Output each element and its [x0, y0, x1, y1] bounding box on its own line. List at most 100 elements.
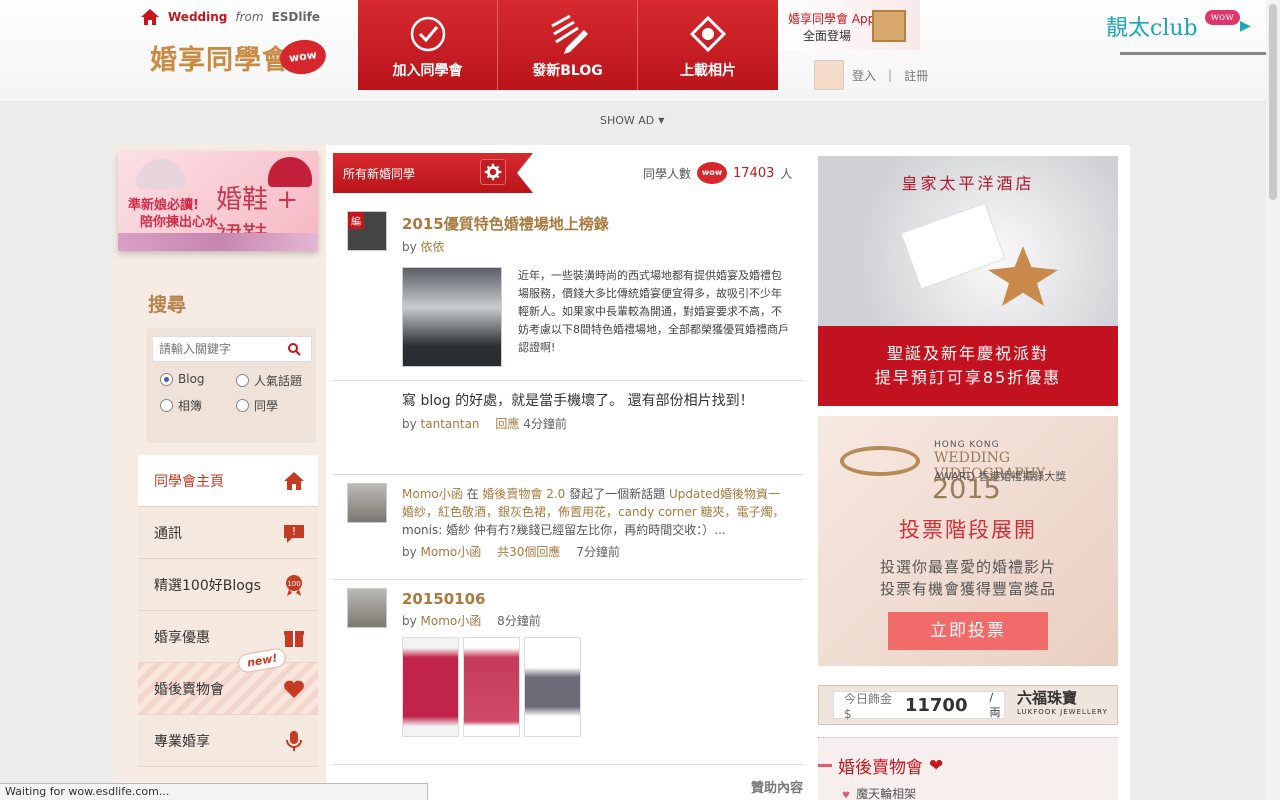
photo-strip	[402, 637, 789, 737]
member-count-unit: 人	[780, 166, 793, 181]
register-link[interactable]: 註冊	[904, 67, 928, 84]
site-logo[interactable]: 婚享同學會 wow	[150, 36, 329, 78]
member-count-label: 同學人數	[643, 166, 692, 181]
show-ad-label: SHOW AD	[600, 114, 655, 127]
search-section: 搜尋 Blog 人氣話題 相簿	[138, 290, 328, 443]
gold-price-value: 11700	[904, 694, 968, 716]
editor-avatar[interactable]: 編	[347, 211, 387, 251]
marketplace-item[interactable]: 魔天輪相架	[842, 785, 916, 800]
member-count: 同學人數 wow 17403 人	[643, 162, 792, 184]
user-avatar[interactable]	[347, 588, 387, 628]
all-newlyweds-ribbon: 所有新婚同學	[333, 153, 533, 193]
sidebar-item-label: 婚享優惠	[154, 629, 210, 646]
radio-album[interactable]: 相簿	[160, 397, 202, 414]
search-input[interactable]	[153, 342, 283, 356]
new-blog-button[interactable]: 發新BLOG	[498, 0, 638, 90]
home-link[interactable]: Wedding from ESDlife	[140, 8, 320, 26]
pencil-lines-icon	[550, 14, 588, 54]
author-link[interactable]: 依依	[421, 240, 445, 254]
check-circle-icon	[410, 16, 445, 52]
club-text: 靚太club	[1106, 16, 1198, 41]
user-avatar[interactable]	[347, 483, 387, 523]
gold-price-widget[interactable]: 今日飾金$ 11700 /両 六福珠寶 LUKFOOK JEWELLERY	[818, 685, 1118, 725]
time-ago: 8分鐘前	[497, 614, 541, 628]
radio-topic-label: 人氣話題	[254, 374, 303, 388]
author-link[interactable]: Momo小函	[421, 545, 482, 559]
sidebar-item-home[interactable]: 同學會主頁	[138, 455, 318, 507]
sidebar-item-pro-wedding[interactable]: 專業婚享	[138, 715, 318, 767]
avatar	[814, 60, 844, 90]
sidebar-item-marketplace[interactable]: 婚後賣物會 new!	[138, 646, 318, 715]
feed-item-excerpt: 近年，一些裝潢時尚的西式場地都有提供婚宴及婚禮包場服務，價錢大多比傳統婚宴便宜得…	[518, 269, 789, 354]
marketplace-section: 婚後賣物會 ❤ 魔天輪相架	[818, 737, 1118, 800]
bridal-shoes-ad[interactable]: 準新娘必讀! 陪你揀出心水 婚鞋 + 裙鞋	[118, 151, 318, 251]
gold-price-unit: /両	[989, 690, 1001, 719]
radio-dot	[236, 374, 249, 387]
page-content: 準新娘必讀! 陪你揀出心水 婚鞋 + 裙鞋 搜尋 Blog 人氣話題	[114, 145, 1130, 800]
photo-thumbnail[interactable]	[463, 637, 520, 737]
vote-now-button[interactable]: 立即投票	[888, 612, 1048, 650]
videography-award-ad[interactable]: HONG KONG WEDDING VIDEOGRAPHY AWARD 香港婚禮…	[818, 416, 1118, 666]
feed-item-byline: by tantantan 回應 4分鐘前	[402, 415, 789, 432]
club-divider	[1120, 52, 1270, 55]
hotel-ad-line2: 提早預訂可享85折優惠	[874, 368, 1062, 387]
svg-text:!: !	[292, 525, 296, 538]
radio-album-label: 相簿	[178, 399, 203, 413]
feed-item-title[interactable]: 20150106	[402, 590, 789, 608]
author-link[interactable]: tantantan	[421, 417, 480, 431]
flowers-decoration	[118, 233, 318, 251]
activity-group[interactable]: 婚後賣物會 2.0	[482, 487, 565, 501]
main-feed: 所有新婚同學 同學人數 wow 17403 人 編 2015優質特色婚禮場地上榜…	[333, 145, 803, 800]
search-title: 搜尋	[148, 294, 187, 316]
feed-list: 編 2015優質特色婚禮場地上榜錄 by 依依 近年，一些裝潢時尚的西式場地都有…	[333, 203, 803, 765]
show-ad-toggle[interactable]: SHOW AD ▼	[600, 114, 664, 127]
gear-icon[interactable]	[480, 159, 506, 185]
reply-link[interactable]: 回應	[495, 417, 519, 431]
author-link[interactable]: Momo小函	[421, 614, 482, 628]
scrollbar-thumb[interactable]	[1269, 4, 1277, 200]
photo-thumbnail[interactable]	[524, 637, 581, 737]
right-sidebar: 皇家太平洋酒店 聖誕及新年慶祝派對 提早預訂可享85折優惠 HONG KONG …	[818, 145, 1118, 800]
join-button[interactable]: 加入同學會	[358, 0, 498, 90]
search-icon[interactable]	[287, 342, 301, 356]
new-blog-button-label: 發新BLOG	[532, 63, 603, 79]
home-link-brand: ESDlife	[271, 10, 320, 24]
jeweller-name-en: LUKFOOK JEWELLERY	[1017, 708, 1108, 716]
hotel-ad[interactable]: 皇家太平洋酒店 聖誕及新年慶祝派對 提早預訂可享85折優惠	[818, 156, 1118, 406]
member-count-value: 17403	[733, 165, 775, 181]
feed-item-title[interactable]: 2015優質特色婚禮場地上榜錄	[402, 213, 789, 234]
login-link[interactable]: 登入	[852, 67, 876, 84]
sidebar-item-offers[interactable]: 婚享優惠	[138, 611, 318, 663]
radio-blog[interactable]: Blog	[160, 372, 205, 386]
wow-badge: wow	[697, 162, 728, 184]
gift-icon	[284, 630, 304, 647]
radio-popular-topic[interactable]: 人氣話題	[236, 372, 302, 389]
upload-photo-button[interactable]: 上載相片	[638, 0, 778, 90]
upload-photo-button-label: 上載相片	[680, 63, 736, 79]
header-dash	[818, 764, 832, 767]
feed-item-image[interactable]	[402, 267, 502, 367]
heart-icon: ❤	[929, 755, 944, 776]
chevron-right-icon[interactable]: ▶	[1240, 18, 1251, 34]
radio-classmate[interactable]: 同學	[236, 397, 278, 414]
jeweller-logo: 六福珠寶 LUKFOOK JEWELLERY	[1017, 691, 1108, 719]
sidebar-item-top-blogs[interactable]: 精選100好Blogs 100	[138, 559, 318, 611]
replies-link[interactable]: 共30個回應	[497, 545, 560, 559]
ribbon-label: 所有新婚同學	[343, 167, 416, 181]
club-link[interactable]: 靚太club wow	[1106, 10, 1240, 42]
marketplace-header[interactable]: 婚後賣物會 ❤	[818, 753, 943, 778]
sidebar-item-label: 專業婚享	[154, 733, 210, 750]
app-promo-banner[interactable]: 婚享同學會 App 全面登場	[778, 0, 920, 50]
sidebar-item-messages[interactable]: 通訊 !	[138, 507, 318, 559]
feed-item-byline: by Momo小函 共30個回應 7分鐘前	[402, 543, 789, 560]
by-prefix: by	[402, 240, 417, 254]
radio-dot-selected	[160, 372, 173, 386]
vertical-scrollbar[interactable]	[1266, 0, 1280, 800]
photo-thumbnail[interactable]	[402, 637, 459, 737]
sponsored-label: 贊助內容	[750, 781, 803, 796]
left-sidebar: 準新娘必讀! 陪你揀出心水 婚鞋 + 裙鞋 搜尋 Blog 人氣話題	[114, 145, 326, 800]
activity-user[interactable]: Momo小函	[402, 487, 463, 501]
feed-item-title[interactable]: 寫 blog 的好處，就是當手機壞了。 還有部份相片找到！	[402, 391, 789, 411]
caret-down-icon: ▼	[658, 116, 665, 125]
feed-item: 寫 blog 的好處，就是當手機壞了。 還有部份相片找到！ by tantant…	[333, 381, 803, 475]
